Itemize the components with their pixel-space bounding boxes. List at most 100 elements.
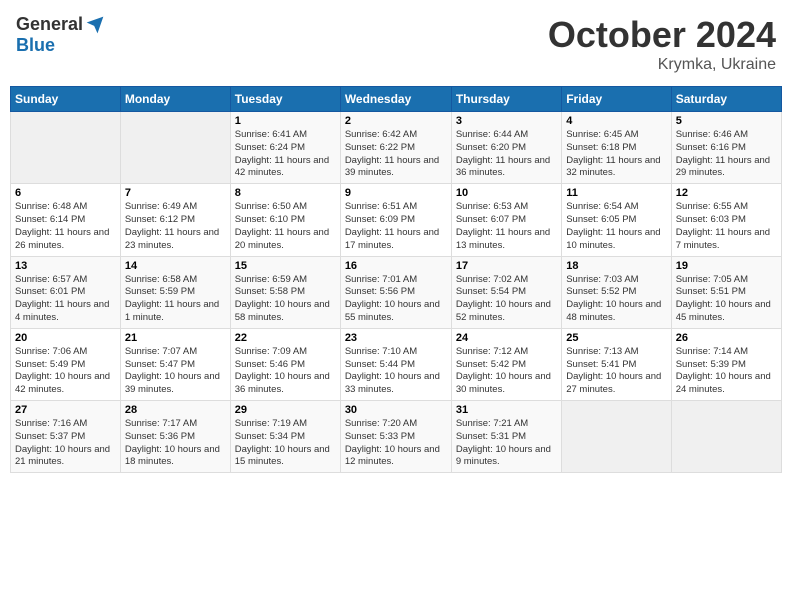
day-detail: Sunrise: 6:41 AM Sunset: 6:24 PM Dayligh…	[235, 129, 336, 180]
day-detail: Sunrise: 7:14 AM Sunset: 5:39 PM Dayligh…	[676, 346, 777, 397]
day-number: 9	[345, 187, 447, 199]
day-number: 25	[566, 332, 666, 344]
week-row-1: 1 Sunrise: 6:41 AM Sunset: 6:24 PM Daylig…	[11, 112, 782, 184]
day-cell: 1 Sunrise: 6:41 AM Sunset: 6:24 PM Daylig…	[230, 112, 340, 184]
month-title: October 2024	[548, 14, 776, 56]
day-number: 30	[345, 404, 447, 416]
day-cell: 28Sunrise: 7:17 AM Sunset: 5:36 PM Dayli…	[120, 401, 230, 473]
day-number: 14	[125, 260, 226, 272]
day-cell: 30 Sunrise: 7:20 AM Sunset: 5:33 PM Dayli…	[340, 401, 451, 473]
day-number: 7	[125, 187, 226, 199]
day-number: 27	[15, 404, 116, 416]
day-detail: Sunrise: 7:05 AM Sunset: 5:51 PM Dayligh…	[676, 274, 777, 325]
day-number: 2	[345, 115, 447, 127]
day-cell: 10 Sunrise: 6:53 AM Sunset: 6:07 PM Dayli…	[451, 184, 561, 256]
day-detail: Sunrise: 6:50 AM Sunset: 6:10 PM Dayligh…	[235, 201, 336, 252]
day-cell: 6 Sunrise: 6:48 AM Sunset: 6:14 PM Daylig…	[11, 184, 121, 256]
day-cell: 9 Sunrise: 6:51 AM Sunset: 6:09 PM Daylig…	[340, 184, 451, 256]
day-cell: 22Sunrise: 7:09 AM Sunset: 5:46 PM Dayli…	[230, 328, 340, 400]
week-row-4: 20 Sunrise: 7:06 AM Sunset: 5:49 PM Dayli…	[11, 328, 782, 400]
day-cell: 20 Sunrise: 7:06 AM Sunset: 5:49 PM Dayli…	[11, 328, 121, 400]
day-header-wednesday: Wednesday	[340, 87, 451, 112]
day-detail: Sunrise: 7:16 AM Sunset: 5:37 PM Dayligh…	[15, 418, 116, 469]
day-number: 3	[456, 115, 557, 127]
day-cell: 5Sunrise: 6:46 AM Sunset: 6:16 PM Daylig…	[671, 112, 781, 184]
day-detail: Sunrise: 7:10 AM Sunset: 5:44 PM Dayligh…	[345, 346, 447, 397]
day-header-monday: Monday	[120, 87, 230, 112]
week-row-3: 13 Sunrise: 6:57 AM Sunset: 6:01 PM Dayli…	[11, 256, 782, 328]
day-number: 29	[235, 404, 336, 416]
day-number: 28	[125, 404, 226, 416]
day-detail: Sunrise: 7:13 AM Sunset: 5:41 PM Dayligh…	[566, 346, 666, 397]
day-number: 21	[125, 332, 226, 344]
day-detail: Sunrise: 7:19 AM Sunset: 5:34 PM Dayligh…	[235, 418, 336, 469]
day-number: 12	[676, 187, 777, 199]
day-cell: 14 Sunrise: 6:58 AM Sunset: 5:59 PM Dayli…	[120, 256, 230, 328]
day-cell: 4Sunrise: 6:45 AM Sunset: 6:18 PM Daylig…	[562, 112, 671, 184]
day-cell: 19Sunrise: 7:05 AM Sunset: 5:51 PM Dayli…	[671, 256, 781, 328]
day-number: 5	[676, 115, 777, 127]
day-cell: 27 Sunrise: 7:16 AM Sunset: 5:37 PM Dayli…	[11, 401, 121, 473]
day-detail: Sunrise: 7:06 AM Sunset: 5:49 PM Dayligh…	[15, 346, 116, 397]
day-cell: 29 Sunrise: 7:19 AM Sunset: 5:34 PM Dayli…	[230, 401, 340, 473]
day-cell: 11 Sunrise: 6:54 AM Sunset: 6:05 PM Dayli…	[562, 184, 671, 256]
day-number: 15	[235, 260, 336, 272]
calendar-table: SundayMondayTuesdayWednesdayThursdayFrid…	[10, 86, 782, 473]
day-cell: 18Sunrise: 7:03 AM Sunset: 5:52 PM Dayli…	[562, 256, 671, 328]
logo: General Blue	[16, 14, 105, 56]
week-row-5: 27 Sunrise: 7:16 AM Sunset: 5:37 PM Dayli…	[11, 401, 782, 473]
location-subtitle: Krymka, Ukraine	[548, 56, 776, 74]
day-cell	[120, 112, 230, 184]
day-detail: Sunrise: 6:54 AM Sunset: 6:05 PM Dayligh…	[566, 201, 666, 252]
logo-blue-text: Blue	[16, 35, 55, 56]
day-number: 8	[235, 187, 336, 199]
day-detail: Sunrise: 7:20 AM Sunset: 5:33 PM Dayligh…	[345, 418, 447, 469]
day-number: 18	[566, 260, 666, 272]
day-detail: Sunrise: 6:48 AM Sunset: 6:14 PM Dayligh…	[15, 201, 116, 252]
day-number: 6	[15, 187, 116, 199]
day-detail: Sunrise: 7:12 AM Sunset: 5:42 PM Dayligh…	[456, 346, 557, 397]
logo-bird-icon	[85, 15, 105, 35]
day-cell: 16 Sunrise: 7:01 AM Sunset: 5:56 PM Dayli…	[340, 256, 451, 328]
day-number: 11	[566, 187, 666, 199]
day-cell	[11, 112, 121, 184]
day-number: 31	[456, 404, 557, 416]
day-detail: Sunrise: 6:42 AM Sunset: 6:22 PM Dayligh…	[345, 129, 447, 180]
day-cell: 2 Sunrise: 6:42 AM Sunset: 6:22 PM Daylig…	[340, 112, 451, 184]
day-number: 10	[456, 187, 557, 199]
day-detail: Sunrise: 6:51 AM Sunset: 6:09 PM Dayligh…	[345, 201, 447, 252]
day-number: 20	[15, 332, 116, 344]
day-cell: 8 Sunrise: 6:50 AM Sunset: 6:10 PM Daylig…	[230, 184, 340, 256]
day-detail: Sunrise: 6:58 AM Sunset: 5:59 PM Dayligh…	[125, 274, 226, 325]
day-header-sunday: Sunday	[11, 87, 121, 112]
day-header-tuesday: Tuesday	[230, 87, 340, 112]
day-cell: 17 Sunrise: 7:02 AM Sunset: 5:54 PM Dayli…	[451, 256, 561, 328]
day-header-thursday: Thursday	[451, 87, 561, 112]
day-cell: 21 Sunrise: 7:07 AM Sunset: 5:47 PM Dayli…	[120, 328, 230, 400]
day-cell: 12Sunrise: 6:55 AM Sunset: 6:03 PM Dayli…	[671, 184, 781, 256]
day-detail: Sunrise: 6:53 AM Sunset: 6:07 PM Dayligh…	[456, 201, 557, 252]
day-cell	[671, 401, 781, 473]
day-number: 16	[345, 260, 447, 272]
day-number: 13	[15, 260, 116, 272]
page-header: General Blue October 2024 Krymka, Ukrain…	[10, 10, 782, 78]
day-cell: 3Sunrise: 6:44 AM Sunset: 6:20 PM Daylig…	[451, 112, 561, 184]
day-cell: 25 Sunrise: 7:13 AM Sunset: 5:41 PM Dayli…	[562, 328, 671, 400]
day-number: 4	[566, 115, 666, 127]
day-detail: Sunrise: 7:01 AM Sunset: 5:56 PM Dayligh…	[345, 274, 447, 325]
day-cell	[562, 401, 671, 473]
day-detail: Sunrise: 6:59 AM Sunset: 5:58 PM Dayligh…	[235, 274, 336, 325]
day-detail: Sunrise: 6:57 AM Sunset: 6:01 PM Dayligh…	[15, 274, 116, 325]
day-detail: Sunrise: 7:02 AM Sunset: 5:54 PM Dayligh…	[456, 274, 557, 325]
day-header-friday: Friday	[562, 87, 671, 112]
day-number: 17	[456, 260, 557, 272]
day-detail: Sunrise: 7:21 AM Sunset: 5:31 PM Dayligh…	[456, 418, 557, 469]
day-cell: 23Sunrise: 7:10 AM Sunset: 5:44 PM Dayli…	[340, 328, 451, 400]
day-cell: 26 Sunrise: 7:14 AM Sunset: 5:39 PM Dayli…	[671, 328, 781, 400]
day-cell: 15 Sunrise: 6:59 AM Sunset: 5:58 PM Dayli…	[230, 256, 340, 328]
title-block: October 2024 Krymka, Ukraine	[548, 14, 776, 74]
day-number: 1	[235, 115, 336, 127]
day-number: 26	[676, 332, 777, 344]
day-detail: Sunrise: 7:07 AM Sunset: 5:47 PM Dayligh…	[125, 346, 226, 397]
day-cell: 7Sunrise: 6:49 AM Sunset: 6:12 PM Daylig…	[120, 184, 230, 256]
